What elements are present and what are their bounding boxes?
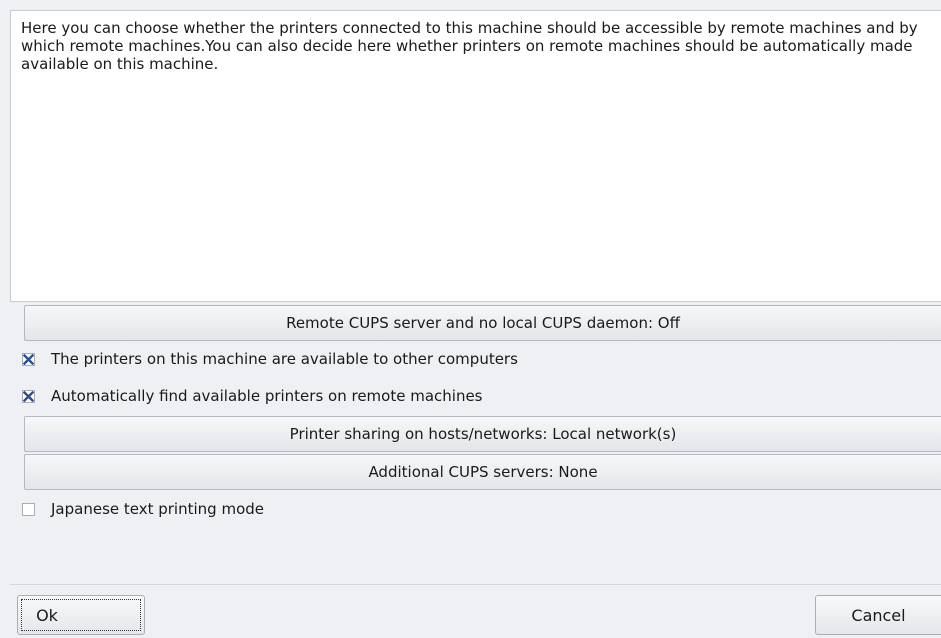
available-to-others-checkbox[interactable] [22, 352, 35, 366]
ok-button[interactable]: Ok [17, 595, 145, 635]
japanese-mode-checkbox[interactable] [22, 502, 35, 516]
auto-find-printers-label: Automatically find available printers on… [51, 387, 483, 405]
remote-cups-server-label: Remote CUPS server and no local CUPS dae… [286, 314, 680, 332]
footer-separator [10, 584, 941, 585]
japanese-mode-row[interactable]: Japanese text printing mode [22, 498, 264, 520]
auto-find-printers-row[interactable]: Automatically find available printers on… [22, 385, 483, 407]
printer-sharing-label: Printer sharing on hosts/networks: Local… [289, 425, 677, 443]
printer-sharing-button[interactable]: Printer sharing on hosts/networks: Local… [24, 416, 941, 452]
available-to-others-row[interactable]: The printers on this machine are availab… [22, 348, 518, 370]
x-check-icon [23, 353, 34, 365]
additional-cups-servers-button[interactable]: Additional CUPS servers: None [24, 454, 941, 490]
cancel-button[interactable]: Cancel [815, 595, 941, 635]
additional-cups-servers-label: Additional CUPS servers: None [368, 463, 598, 481]
description-text: Here you can choose whether the printers… [21, 19, 918, 73]
ok-button-label: Ok [36, 605, 58, 625]
auto-find-printers-checkbox[interactable] [22, 389, 35, 403]
x-check-icon [23, 390, 34, 402]
cancel-button-label: Cancel [851, 605, 906, 625]
available-to-others-label: The printers on this machine are availab… [51, 350, 518, 368]
remote-cups-server-button[interactable]: Remote CUPS server and no local CUPS dae… [24, 305, 941, 341]
japanese-mode-label: Japanese text printing mode [51, 500, 264, 518]
description-text-area: Here you can choose whether the printers… [10, 10, 941, 302]
